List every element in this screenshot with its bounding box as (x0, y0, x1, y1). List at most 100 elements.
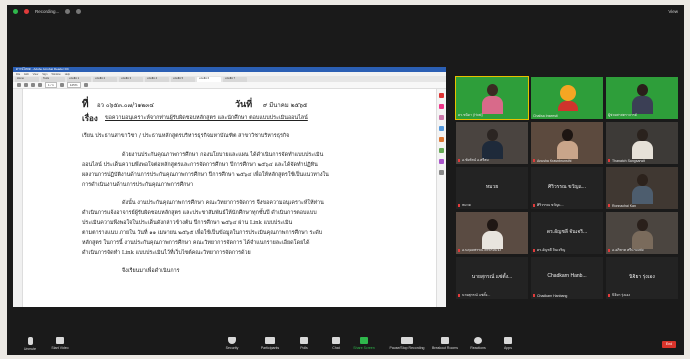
save-icon[interactable] (17, 83, 21, 87)
control-label: Unmute (23, 347, 37, 351)
share-screen-button[interactable]: Share Screen (347, 337, 381, 350)
tab-home[interactable]: Home (15, 77, 39, 82)
tab-document-active[interactable]: หนังสือ 6 (197, 77, 221, 82)
security-shield-icon[interactable] (13, 9, 18, 14)
participant-tile[interactable]: นายสุกรณ์ แซ่ตั้ง... นายสุกรณ์ แซ่ตั้ง..… (456, 257, 528, 299)
breakout-rooms-button[interactable]: Breakout Rooms (425, 337, 465, 350)
participant-tile[interactable]: Thanatch Sangsarwit (606, 122, 678, 164)
tab-document[interactable]: หนังสือ 2 (93, 77, 117, 82)
microphone-muted-icon (458, 249, 460, 252)
pause-stop-recording-button[interactable]: Pause/Stop Recording (383, 337, 431, 350)
tool-combine-icon[interactable] (439, 137, 444, 142)
doc-paragraph-line: ออนไลน์ ประเด็นความพึงพอใจต่อหลักสูตรและ… (82, 162, 318, 168)
security-button[interactable]: Security (215, 337, 249, 350)
participant-tile[interactable]: ดร.อัญชลี จันเจริ... ดร.อัญชลี จินเจริญ (531, 212, 603, 254)
acrobat-toolbar: 1 / 1 125% (13, 82, 446, 89)
menu-help[interactable]: Help (65, 73, 70, 76)
control-label: Participants (260, 346, 280, 350)
doc-at-label: ที่ (82, 99, 89, 110)
end-meeting-button[interactable]: End (662, 341, 676, 348)
microphone-muted-icon (458, 294, 460, 297)
start-video-button[interactable]: Start Video (43, 337, 77, 350)
video-off-icon (56, 337, 64, 344)
doc-paragraph-line: ดำเนินการจัดทำ Link แบบประเมินไว้ที่เว็บ… (82, 250, 251, 256)
participant-tile[interactable]: Chalisa Inseesti (531, 77, 603, 119)
doc-date-label: วันที่ (235, 100, 253, 110)
microphone-muted-icon (608, 294, 610, 297)
participant-tile[interactable]: นิจิยา รุ่งเอง นิจิยา รุ่งเอง (606, 257, 678, 299)
doc-paragraph-line: หลักสูตร ในการนี้ งานประกันคุณภาพการศึกษ… (82, 240, 310, 246)
tool-organize-icon[interactable] (439, 148, 444, 153)
tool-comment-icon[interactable] (439, 126, 444, 131)
pause-icon[interactable] (65, 9, 71, 14)
microphone-muted-icon (458, 159, 460, 162)
tab-document[interactable]: หนังสือ 3 (119, 77, 143, 82)
zoom-field[interactable]: 125% (66, 82, 81, 88)
tab-document[interactable]: หนังสือ 7 (223, 77, 247, 82)
menu-file[interactable]: File (16, 73, 20, 76)
participant-display-name: Chadkarn Hanb... (547, 273, 587, 279)
participant-name: อ.อภิชาต ศรีนามเฟย (612, 248, 644, 252)
stop-icon[interactable] (76, 9, 82, 14)
participant-tile[interactable]: อ.ชัยรัตน์ อ.ศรีสม (456, 122, 528, 164)
doc-paragraph-line: ดังนั้น งานประกันคุณภาพการศึกษา คณะวิทยา… (122, 200, 324, 206)
participant-tile[interactable]: ศิริวรรณ ขวัญแ... ศิริวรรณ ขวัญแ... (531, 167, 603, 209)
tool-sign-icon[interactable] (439, 159, 444, 164)
polls-icon (300, 337, 308, 344)
menu-edit[interactable]: Edit (24, 73, 28, 76)
participant-tile[interactable]: ผู้ช่วยศาสตราจารย์ (606, 77, 678, 119)
zoom-out-icon[interactable] (59, 83, 64, 87)
menu-window[interactable]: Window (51, 73, 60, 76)
participant-display-name: นิจิยา รุ่งเอง (629, 274, 655, 280)
control-label: Breakout Rooms (431, 346, 459, 350)
logo-icon (558, 85, 578, 115)
zoom-in-icon[interactable] (83, 83, 88, 87)
participant-video (482, 129, 503, 159)
reactions-button[interactable]: Reactions (461, 337, 495, 350)
search-icon[interactable] (38, 83, 42, 87)
tab-document[interactable]: หนังสือ 5 (171, 77, 195, 82)
participant-tile[interactable]: หมวย หมวย (456, 167, 528, 209)
participant-name: อ.นฤมลพรรณ ศรพรหมจัง (462, 248, 501, 252)
participant-name: ดร.ชนิดา (Host) (458, 113, 483, 117)
participant-tile[interactable]: ดร.ชนิดา (Host) (455, 76, 529, 120)
participant-display-name: นายสุกรณ์ แซ่ตั้ง... (471, 274, 513, 280)
reactions-icon (474, 337, 482, 344)
tool-more-icon[interactable] (439, 170, 444, 175)
microphone-muted-icon (27, 337, 33, 345)
page-number-field[interactable]: 1 / 1 (45, 82, 57, 88)
view-button[interactable]: View (668, 9, 678, 14)
print-icon[interactable] (24, 83, 28, 87)
tool-create-icon[interactable] (439, 104, 444, 109)
participant-tile[interactable]: อ.นฤมลพรรณ ศรพรหมจัง (456, 212, 528, 254)
chat-icon (332, 337, 340, 344)
microphone-muted-icon (608, 159, 610, 162)
participant-name: อ.ชัยรัตน์ อ.ศรีสม (462, 158, 489, 162)
control-label: Apps (504, 346, 512, 350)
menu-sign[interactable]: Sign (42, 73, 47, 76)
participant-tile[interactable]: อ.อภิชาต ศรีนามเฟย (606, 212, 678, 254)
doc-paragraph-line: ด้วยงานประกันคุณภาพการศึกษา กองนโยบายและ… (122, 152, 324, 158)
participant-tile[interactable]: Chadkarn Hanb... Chadkarn Hanbang (531, 257, 603, 299)
unmute-button[interactable]: Unmute (13, 337, 47, 351)
doc-paragraph-line: ดำเนินการแจ้งอาจารย์ผู้รับผิดชอบหลักสูตร… (82, 210, 317, 216)
participant-tile[interactable]: Anusha Krasnbrunsthi (531, 122, 603, 164)
apps-icon (504, 337, 512, 344)
participant-name: ดร.อัญชลี จินเจริญ (537, 248, 566, 252)
menu-view[interactable]: View (33, 73, 39, 76)
tab-document[interactable]: หนังสือ 4 (145, 77, 169, 82)
microphone-muted-icon (608, 204, 610, 207)
participant-tile[interactable]: Ronnachai Kan (606, 167, 678, 209)
doc-closing-line: จึงเรียนมาเพื่อดำเนินการ (122, 268, 180, 274)
polls-button[interactable]: Polls (287, 337, 321, 350)
apps-button[interactable]: Apps (491, 337, 525, 350)
tool-edit-icon[interactable] (439, 115, 444, 120)
breakout-rooms-icon (441, 337, 449, 344)
participants-button[interactable]: Participants (253, 337, 287, 350)
participant-video (632, 84, 653, 114)
mail-icon[interactable] (31, 83, 35, 87)
participant-name: นิจิยา รุ่งเอง (612, 293, 631, 297)
participant-name: Chalisa Inseesti (533, 114, 558, 118)
participant-display-name: หมวย (485, 184, 499, 190)
tool-export-icon[interactable] (439, 93, 444, 98)
